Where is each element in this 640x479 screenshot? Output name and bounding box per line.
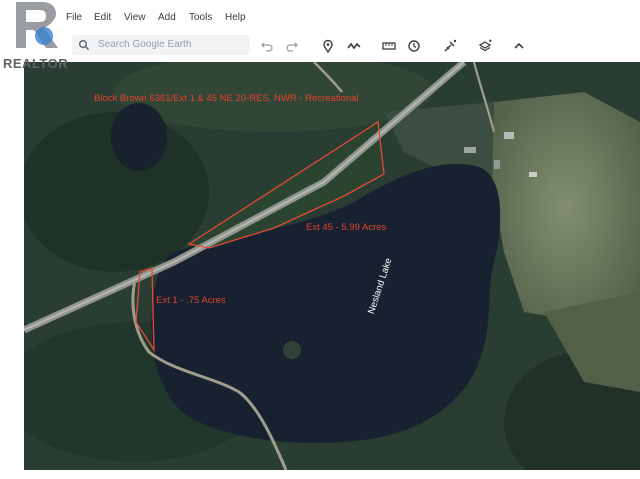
search-placeholder: Search Google Earth <box>98 39 192 50</box>
satellite-imagery <box>24 62 640 470</box>
chevron-up-icon <box>514 42 524 49</box>
path-button[interactable] <box>345 37 363 55</box>
layers-add-icon <box>478 39 492 52</box>
collapse-button[interactable] <box>510 37 528 55</box>
placemark-button[interactable] <box>319 37 337 55</box>
add-layers-button[interactable] <box>476 37 494 55</box>
measure-button[interactable] <box>380 37 398 55</box>
historical-imagery-button[interactable] <box>405 37 423 55</box>
menu-bar: File Edit View Add Tools Help <box>0 0 640 34</box>
block-label: Block Brown 6361/Ext 1 & 45 NE 20-RES, N… <box>94 93 359 104</box>
placemark-icon <box>323 39 333 53</box>
search-input[interactable]: Search Google Earth <box>72 35 250 55</box>
historical-imagery-icon <box>408 40 420 52</box>
realtor-logo-text: REALTOR <box>3 56 69 71</box>
undo-icon <box>261 42 273 52</box>
map-view[interactable]: Block Brown 6361/Ext 1 & 45 NE 20-RES, N… <box>24 62 640 470</box>
redo-button[interactable] <box>283 37 301 55</box>
search-icon <box>79 40 90 51</box>
add-satellite-button[interactable] <box>441 37 459 55</box>
menu-help[interactable]: Help <box>225 12 246 23</box>
menu-view[interactable]: View <box>124 12 146 23</box>
realtor-logo: REALTOR <box>0 0 74 72</box>
ruler-icon <box>382 42 396 50</box>
menu-tools[interactable]: Tools <box>189 12 212 23</box>
toolbar: Search Google Earth <box>0 34 640 58</box>
undo-button[interactable] <box>258 37 276 55</box>
ext1-label: Ext 1 - .75 Acres <box>156 295 226 306</box>
ext45-label: Ext 45 - 5.99 Acres <box>306 222 387 233</box>
satellite-add-icon <box>444 39 457 52</box>
menu-add[interactable]: Add <box>158 12 176 23</box>
menu-edit[interactable]: Edit <box>94 12 111 23</box>
redo-icon <box>286 42 298 52</box>
path-icon <box>347 42 361 50</box>
realtor-logo-mark <box>6 0 66 50</box>
